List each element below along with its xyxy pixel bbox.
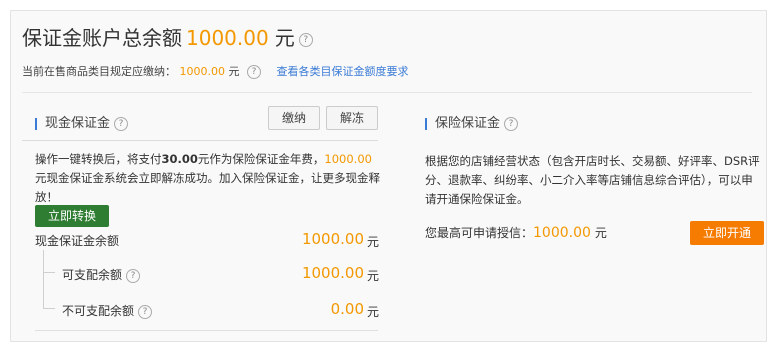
convert-now-button[interactable]: 立即转换	[35, 205, 109, 227]
cash-deposit-title-text: 现金保证金	[45, 116, 111, 131]
cash-deposit-title: 现金保证金?	[35, 112, 129, 131]
title-label: 保证金账户总余额	[22, 26, 182, 50]
available-balance-unit: 元	[367, 269, 380, 283]
required-deposit-line: 当前在售商品类目规定应缴纳： 1000.00 元 ? 查看各类目保证金额度要求	[22, 63, 409, 79]
required-deposit-unit: 元	[228, 65, 240, 78]
insurance-description: 根据您的店铺经营状态（包含开店时长、交易额、好评率、DSR评分、退款率、纠纷率、…	[425, 154, 760, 206]
header-divider	[22, 92, 752, 93]
view-category-requirements-link[interactable]: 查看各类目保证金额度要求	[277, 65, 409, 78]
section-marker	[425, 117, 427, 130]
page: 保证金账户总余额 1000.00 元? 当前在售商品类目规定应缴纳： 1000.00…	[0, 0, 775, 350]
cash-balance-value: 1000.00	[301, 230, 364, 248]
desc-fee-amount: 30.00	[161, 152, 198, 166]
required-deposit-label: 当前在售商品类目规定应缴纳：	[22, 65, 176, 78]
available-balance-label: 可支配余额?	[62, 266, 141, 283]
insurance-deposit-title: 保险保证金?	[425, 112, 519, 131]
unavailable-balance-value: 0.00	[330, 300, 364, 318]
question-circle-icon[interactable]: ?	[126, 268, 141, 283]
tree-connector	[43, 250, 44, 308]
cash-section-divider	[22, 140, 378, 141]
credit-line: 您最高可申请授信：1000.00 元	[425, 224, 607, 241]
unavailable-balance-unit: 元	[367, 305, 380, 319]
desc-part-2: 元作为保险保证金年费，	[197, 152, 325, 166]
total-balance-amount: 1000.00	[186, 26, 269, 50]
desc-part-1: 操作一键转换后，将支付	[35, 152, 162, 166]
insurance-deposit-title-text: 保险保证金	[435, 116, 501, 131]
cash-section-bottom-line	[35, 330, 378, 331]
tree-branch	[43, 272, 55, 273]
desc-part-3: 元现金保证金系统会立即解冻成功。加入保险保证金，让更多现金释放！	[35, 171, 380, 204]
credit-unit: 元	[594, 226, 607, 240]
required-deposit-value: 1000.00	[179, 65, 226, 78]
unavailable-balance-label-text: 不可支配余额	[62, 304, 135, 318]
cash-balance-unit: 元	[367, 235, 380, 249]
total-balance-unit: 元	[274, 26, 295, 50]
open-now-button[interactable]: 立即开通	[690, 221, 764, 245]
available-balance-value: 1000.00	[301, 264, 364, 282]
question-circle-icon[interactable]: ?	[138, 304, 153, 319]
question-circle-icon[interactable]: ?	[114, 116, 129, 131]
tree-branch	[43, 308, 55, 309]
page-title: 保证金账户总余额 1000.00 元?	[22, 22, 313, 51]
unavailable-balance-label: 不可支配余额?	[62, 302, 153, 319]
credit-label: 您最高可申请授信：	[425, 226, 534, 240]
pay-button[interactable]: 缴纳	[268, 106, 320, 130]
desc-unfreeze-amount: 1000.00	[324, 152, 372, 166]
available-balance-label-text: 可支配余额	[62, 268, 123, 282]
question-circle-icon[interactable]: ?	[247, 65, 261, 79]
section-marker	[35, 117, 37, 130]
convert-description: 操作一键转换后，将支付30.00元作为保险保证金年费，1000.00 元现金保证金…	[35, 150, 380, 207]
cash-balance-label: 现金保证金余额	[35, 234, 120, 248]
question-circle-icon[interactable]: ?	[298, 32, 313, 47]
credit-value: 1000.00	[533, 225, 591, 241]
question-circle-icon[interactable]: ?	[504, 116, 519, 131]
unfreeze-button[interactable]: 解冻	[326, 106, 378, 130]
